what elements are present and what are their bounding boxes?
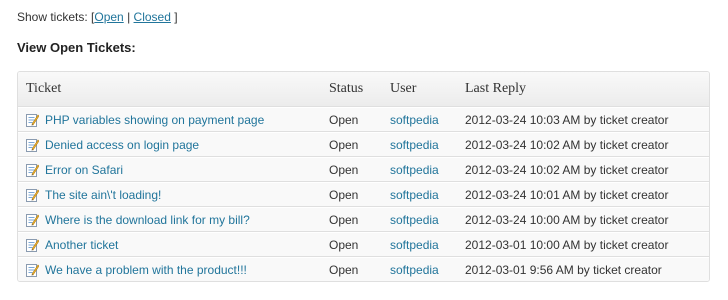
table-row: Denied access on login page Open softped… (18, 132, 709, 157)
table-header: Ticket Status User Last Reply (18, 72, 709, 107)
last-reply-date: 2012-03-01 10:00 AM (465, 237, 581, 252)
ticket-user-cell: softpedia (382, 182, 457, 207)
ticket-cell-content: Error on Safari (26, 163, 313, 177)
ticket-last-reply: 2012-03-24 10:03 AM by ticket creator (457, 107, 709, 132)
ticket-user-link[interactable]: softpedia (390, 188, 439, 202)
column-header-user: User (382, 72, 457, 107)
show-tickets-filter: Show tickets: [Open | Closed ] (17, 10, 178, 24)
ticket-last-reply: 2012-03-24 10:01 AM by ticket creator (457, 182, 709, 207)
ticket-cell-content: Where is the download link for my bill? (26, 213, 313, 227)
ticket-status: Open (321, 182, 382, 207)
tickets-table: Ticket Status User Last Reply PHP variab… (17, 71, 710, 282)
ticket-title-link[interactable]: Another ticket (45, 238, 118, 252)
show-tickets-label: Show tickets: [ (17, 10, 95, 24)
edit-ticket-icon (26, 163, 39, 177)
last-reply-date: 2012-03-01 9:56 AM (465, 262, 574, 277)
ticket-user-link[interactable]: softpedia (390, 163, 439, 177)
last-reply-by: by ticket creator (580, 162, 669, 177)
ticket-status: Open (321, 132, 382, 157)
ticket-cell: We have a problem with the product!!! (18, 257, 321, 281)
last-reply-by: by ticket creator (580, 212, 669, 227)
last-reply-date: 2012-03-24 10:02 AM (465, 137, 581, 152)
column-header-status: Status (321, 72, 382, 107)
header-row: Ticket Status User Last Reply (18, 72, 709, 107)
ticket-cell: Where is the download link for my bill? (18, 207, 321, 232)
table-row: Error on Safari Open softpedia 2012-03-2… (18, 157, 709, 182)
open-tickets-link[interactable]: Open (94, 10, 123, 24)
ticket-user-cell: softpedia (382, 232, 457, 257)
last-reply-by: by ticket creator (580, 237, 669, 252)
last-reply-date: 2012-03-24 10:00 AM (465, 212, 581, 227)
ticket-cell-content: Denied access on login page (26, 138, 313, 152)
ticket-title-link[interactable]: Where is the download link for my bill? (45, 213, 250, 227)
ticket-user-cell: softpedia (382, 132, 457, 157)
table-row: We have a problem with the product!!! Op… (18, 257, 709, 281)
table-row: Another ticket Open softpedia 2012-03-01… (18, 232, 709, 257)
ticket-title-link[interactable]: PHP variables showing on payment page (45, 113, 264, 127)
ticket-status: Open (321, 107, 382, 132)
ticket-status: Open (321, 157, 382, 182)
ticket-last-reply: 2012-03-24 10:02 AM by ticket creator (457, 157, 709, 182)
ticket-user-link[interactable]: softpedia (390, 113, 439, 127)
ticket-cell: Another ticket (18, 232, 321, 257)
filter-close-bracket: ] (170, 10, 178, 24)
table-row: PHP variables showing on payment page Op… (18, 107, 709, 132)
page-heading: View Open Tickets: (17, 40, 136, 55)
last-reply-by: by ticket creator (573, 262, 662, 277)
ticket-cell-content: The site ain\'t loading! (26, 188, 313, 202)
edit-ticket-icon (26, 213, 39, 227)
ticket-user-link[interactable]: softpedia (390, 263, 439, 277)
last-reply-date: 2012-03-24 10:03 AM (465, 112, 581, 127)
ticket-status: Open (321, 257, 382, 281)
ticket-user-link[interactable]: softpedia (390, 213, 439, 227)
edit-ticket-icon (26, 188, 39, 202)
table-body: PHP variables showing on payment page Op… (18, 107, 709, 281)
ticket-user-cell: softpedia (382, 207, 457, 232)
ticket-last-reply: 2012-03-24 10:02 AM by ticket creator (457, 132, 709, 157)
table-row: The site ain\'t loading! Open softpedia … (18, 182, 709, 207)
edit-ticket-icon (26, 263, 39, 277)
ticket-last-reply: 2012-03-24 10:00 AM by ticket creator (457, 207, 709, 232)
edit-ticket-icon (26, 238, 39, 252)
column-header-last-reply: Last Reply (457, 72, 709, 107)
last-reply-by: by ticket creator (580, 112, 669, 127)
closed-tickets-link[interactable]: Closed (134, 10, 171, 24)
filter-separator: | (123, 10, 134, 24)
ticket-title-link[interactable]: Denied access on login page (45, 138, 199, 152)
ticket-status: Open (321, 232, 382, 257)
edit-ticket-icon (26, 138, 39, 152)
ticket-cell: PHP variables showing on payment page (18, 107, 321, 132)
ticket-cell-content: We have a problem with the product!!! (26, 263, 313, 277)
ticket-user-cell: softpedia (382, 107, 457, 132)
last-reply-date: 2012-03-24 10:02 AM (465, 162, 581, 177)
ticket-user-link[interactable]: softpedia (390, 138, 439, 152)
ticket-cell: The site ain\'t loading! (18, 182, 321, 207)
column-header-ticket: Ticket (18, 72, 321, 107)
last-reply-by: by ticket creator (580, 137, 669, 152)
ticket-title-link[interactable]: We have a problem with the product!!! (45, 263, 247, 277)
ticket-cell-content: Another ticket (26, 238, 313, 252)
ticket-status: Open (321, 207, 382, 232)
ticket-user-cell: softpedia (382, 157, 457, 182)
ticket-user-cell: softpedia (382, 257, 457, 281)
ticket-last-reply: 2012-03-01 10:00 AM by ticket creator (457, 232, 709, 257)
ticket-cell: Error on Safari (18, 157, 321, 182)
table-row: Where is the download link for my bill? … (18, 207, 709, 232)
ticket-title-link[interactable]: Error on Safari (45, 163, 123, 177)
ticket-last-reply: 2012-03-01 9:56 AM by ticket creator (457, 257, 709, 281)
last-reply-date: 2012-03-24 10:01 AM (465, 187, 581, 202)
ticket-user-link[interactable]: softpedia (390, 238, 439, 252)
last-reply-by: by ticket creator (580, 187, 669, 202)
ticket-cell-content: PHP variables showing on payment page (26, 113, 313, 127)
ticket-title-link[interactable]: The site ain\'t loading! (45, 188, 161, 202)
edit-ticket-icon (26, 113, 39, 127)
ticket-cell: Denied access on login page (18, 132, 321, 157)
